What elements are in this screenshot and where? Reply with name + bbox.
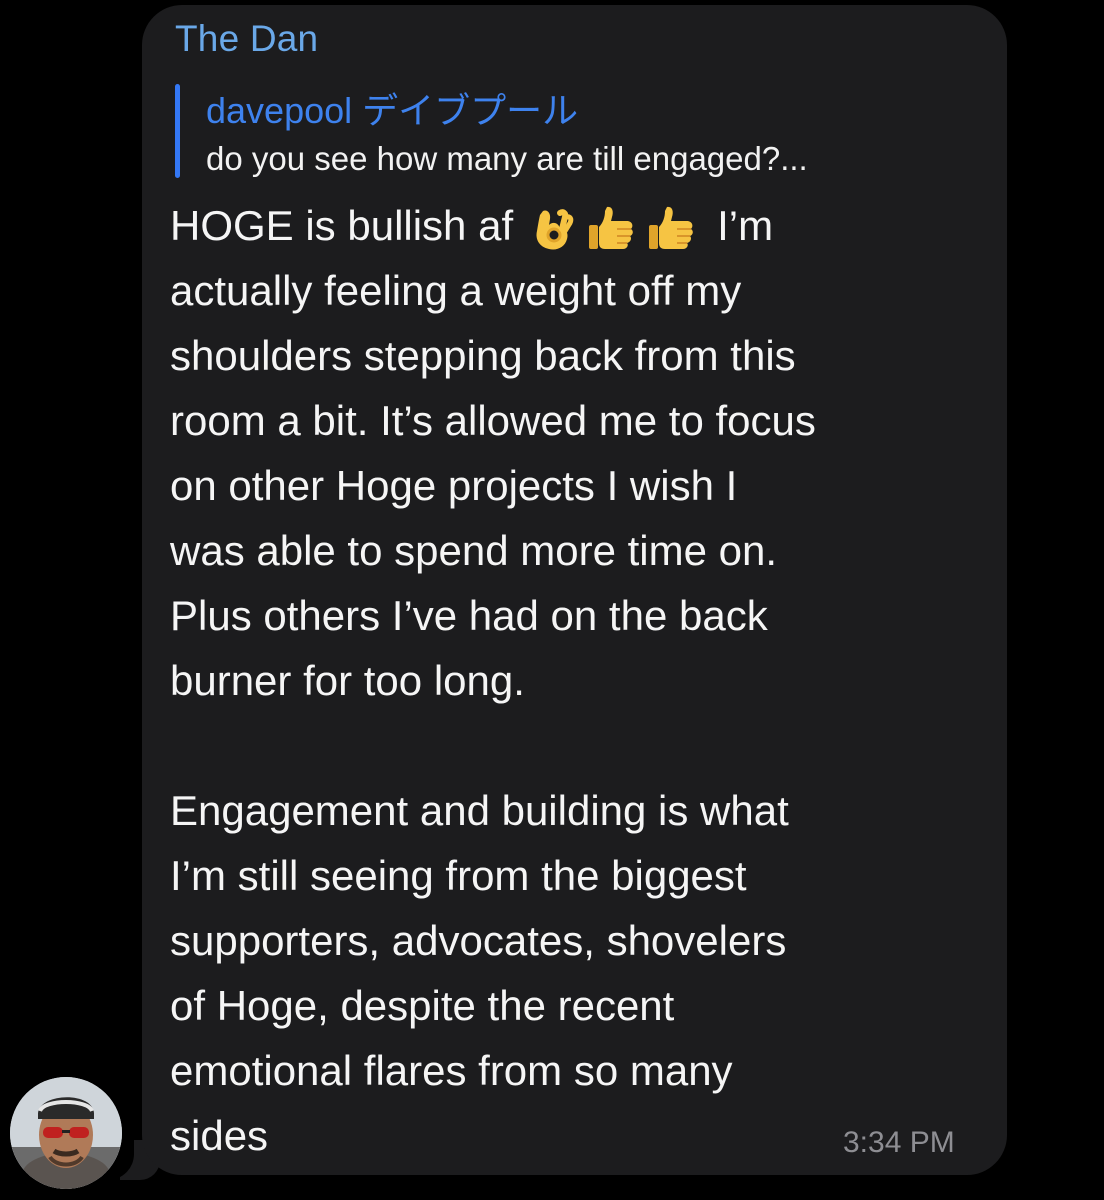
message-line: emotional flares from so many [170,1047,733,1094]
reply-accent-bar [175,84,180,178]
message-text: HOGE is bullish af I’m actually feeling … [170,193,970,1168]
message-timestamp: 3:34 PM [843,1126,955,1159]
paragraph-break [170,713,970,778]
message-line: supporters, advocates, shovelers [170,917,787,964]
message-line: Plus others I’ve had on the back [170,592,768,639]
message-line-start: HOGE is bullish af [170,202,514,249]
message-line-end: I’m [717,202,774,249]
message-line: on other Hoge projects I wish I [170,462,738,509]
message-line: I’m still seeing from the biggest [170,852,747,899]
avatar-photo [10,1077,122,1189]
ok-hand-icon [536,209,574,250]
reply-text: do you see how many are till engaged?... [206,140,808,177]
message-line: was able to spend more time on. [170,527,777,574]
message-line: actually feeling a weight off my [170,267,742,314]
reply-author: davepool デイブプール [206,90,579,131]
message-line: burner for too long. [170,657,525,704]
thumbs-up-icon [649,207,693,250]
message-line: HOGE is bullish af I’m [170,193,970,258]
emoji-group [527,192,707,257]
reply-quote[interactable]: davepool デイブプール do you see how many are … [175,80,985,178]
avatar[interactable] [10,1077,122,1189]
message-line: of Hoge, despite the recent [170,982,675,1029]
message-line: Engagement and building is what [170,787,789,834]
message-line: shoulders stepping back from this [170,332,796,379]
thumbs-up-icon [589,207,633,250]
message-line: room a bit. It’s allowed me to focus [170,397,816,444]
sender-name[interactable]: The Dan [175,18,318,60]
